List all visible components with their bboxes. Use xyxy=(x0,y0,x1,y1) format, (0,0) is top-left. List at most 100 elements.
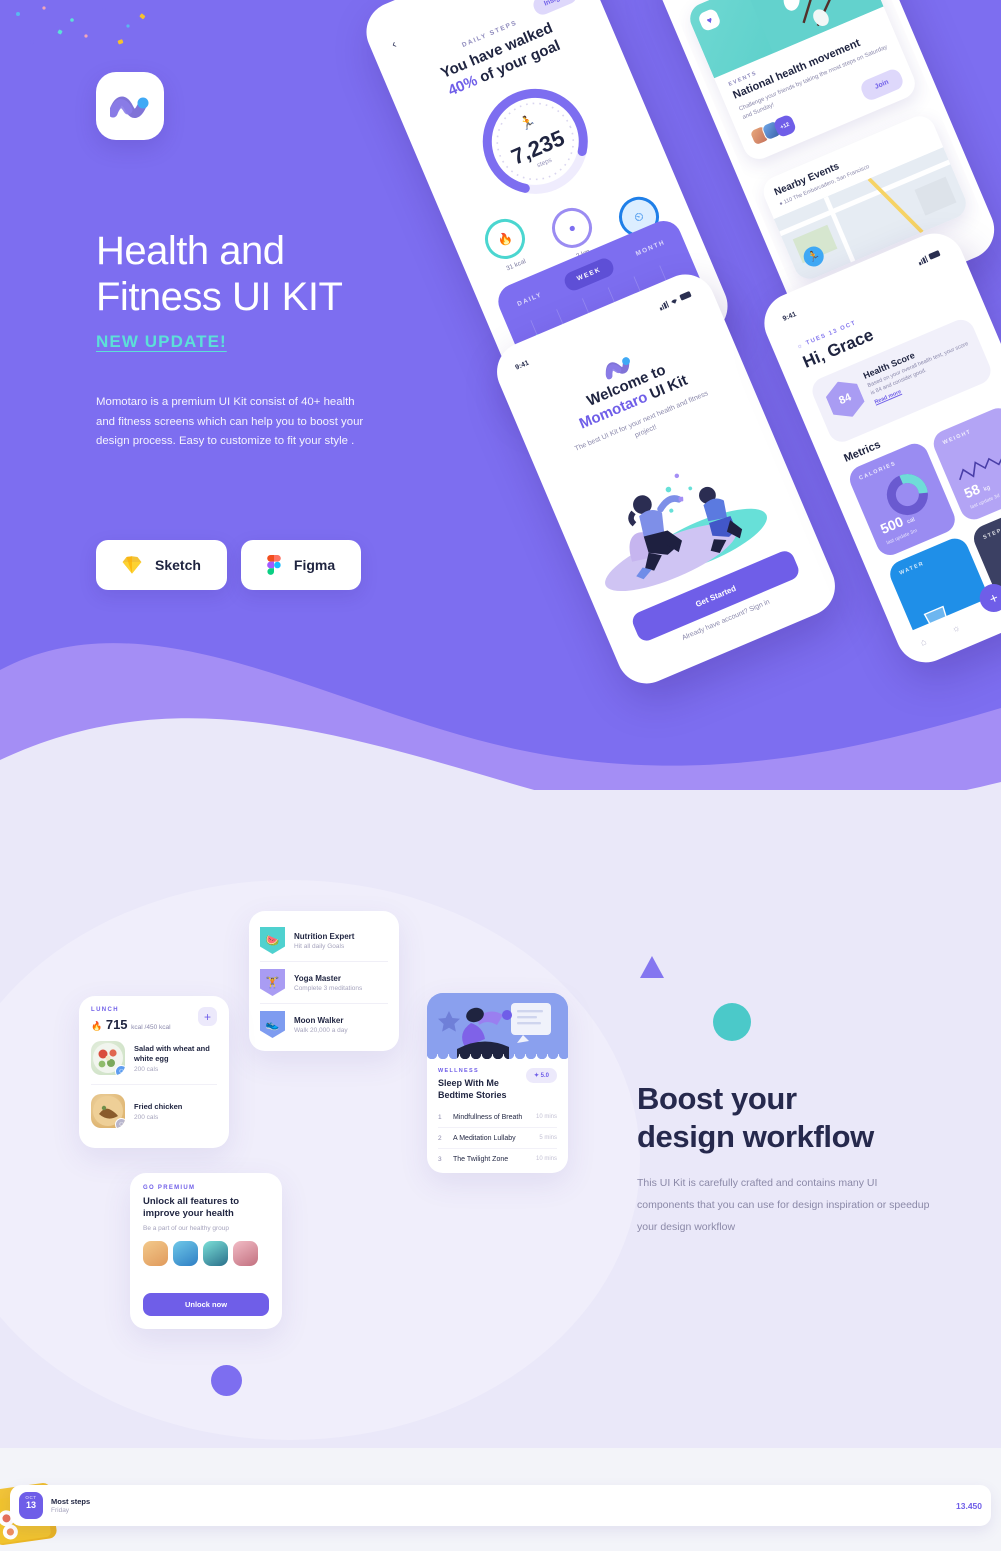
most-steps-label: Most steps xyxy=(51,1497,90,1506)
page-root: Health and Fitness UI KIT NEW UPDATE! Mo… xyxy=(0,0,1001,1536)
figma-button[interactable]: Figma xyxy=(241,540,361,590)
food-item-row[interactable]: ☺ Salad with wheat and white egg 200 cal… xyxy=(91,1032,217,1085)
attendee-avatars: +12 xyxy=(748,113,797,148)
figma-logo-icon xyxy=(267,555,281,575)
boost-section-description: This UI Kit is carefully crafted and con… xyxy=(637,1172,937,1238)
weight-unit: kg xyxy=(983,485,991,493)
hero-description: Momotaro is a premium UI Kit consist of … xyxy=(96,393,376,452)
heart-icon[interactable]: ♥ xyxy=(697,8,722,33)
add-food-button[interactable]: + xyxy=(198,1007,217,1026)
calories-unit: cal xyxy=(906,517,915,526)
wellness-eyebrow: WELLNESS xyxy=(438,1068,526,1074)
metric-label-water: WATER xyxy=(899,546,959,576)
lunch-calories: 🔥 715 kcal /450 kcal xyxy=(91,1017,171,1032)
yoga-icon: 🏋 xyxy=(260,969,285,996)
avatar xyxy=(203,1241,228,1266)
track-row[interactable]: 2 A Meditation Lullaby 5 mins xyxy=(438,1128,557,1149)
battery-icon xyxy=(679,291,691,300)
avatar xyxy=(173,1241,198,1266)
bedtime-illustration xyxy=(427,993,568,1059)
food-name: Salad with wheat and white egg xyxy=(134,1044,217,1064)
smiley-icon: ☺ xyxy=(115,1118,125,1128)
food-item-row[interactable]: ☺ Fried chicken 200 cals xyxy=(91,1085,217,1137)
achievement-subtitle: Walk 20,000 a day xyxy=(294,1027,348,1034)
food-text: Fried chicken 200 cals xyxy=(134,1102,182,1121)
hero-title-line1: Health and xyxy=(96,229,284,273)
achievement-row[interactable]: 🏋 Yoga Master Complete 3 meditations xyxy=(260,962,388,1004)
wellness-track-list: 1 Mindfullness of Breath 10 mins 2 A Med… xyxy=(438,1107,557,1169)
wellness-heading-group: WELLNESS Sleep With Me Bedtime Stories xyxy=(438,1068,526,1101)
watermelon-icon: 🍉 xyxy=(260,927,285,954)
app-logo xyxy=(96,72,164,140)
status-time: 9:41 xyxy=(782,311,798,323)
track-title: The Twilight Zone xyxy=(453,1156,527,1163)
lunch-eyebrow: LUNCH xyxy=(91,1007,171,1013)
star-icon: ✦ xyxy=(534,1073,539,1079)
track-duration: 10 mins xyxy=(536,1156,557,1162)
lunch-header: LUNCH 🔥 715 kcal /450 kcal + xyxy=(91,1007,217,1032)
date-day: 13 xyxy=(19,1500,43,1511)
track-number: 1 xyxy=(438,1114,444,1121)
achievement-title: Moon Walker xyxy=(294,1016,348,1025)
home-icon[interactable]: ⌂ xyxy=(919,636,928,647)
flame-icon: 🔥 xyxy=(91,1021,102,1031)
bell-icon[interactable]: ☼ xyxy=(950,622,962,634)
most-steps-text: Most steps Friday xyxy=(51,1497,90,1514)
premium-title: Unlock all features to improve your heal… xyxy=(143,1196,269,1220)
wellness-header: WELLNESS Sleep With Me Bedtime Stories ✦… xyxy=(438,1068,557,1101)
boost-section-title: Boost your design workflow xyxy=(637,1080,967,1156)
tab-daily[interactable]: DAILY xyxy=(516,291,543,308)
ticket-edge xyxy=(427,1054,568,1063)
achievement-title: Yoga Master xyxy=(294,974,362,983)
sun-icon: ☼ xyxy=(796,342,805,350)
track-title: A Meditation Lullaby xyxy=(453,1135,530,1142)
lunch-calories-value: 715 xyxy=(106,1017,128,1032)
join-button[interactable]: Join xyxy=(858,67,905,103)
avatar xyxy=(143,1241,168,1266)
achievement-row[interactable]: 👟 Moon Walker Walk 20,000 a day xyxy=(260,1004,388,1045)
unlock-now-button[interactable]: Unlock now xyxy=(143,1293,269,1316)
wellness-card: WELLNESS Sleep With Me Bedtime Stories ✦… xyxy=(427,993,568,1173)
achievement-text: Yoga Master Complete 3 meditations xyxy=(294,974,362,992)
track-row[interactable]: 1 Mindfullness of Breath 10 mins xyxy=(438,1107,557,1128)
food-image: ☺ xyxy=(91,1041,125,1075)
achievement-text: Moon Walker Walk 20,000 a day xyxy=(294,1016,348,1034)
health-score-text: Health Score Based on your overall healt… xyxy=(862,329,981,416)
wellness-rating-value: 5.0 xyxy=(541,1073,549,1079)
boost-title-line1: Boost your xyxy=(637,1081,797,1116)
triangle-decoration xyxy=(640,956,664,978)
signal-icon xyxy=(658,300,669,310)
status-icons xyxy=(658,290,692,310)
track-title: Mindfullness of Breath xyxy=(453,1114,527,1121)
new-update-link[interactable]: NEW UPDATE! xyxy=(96,332,227,352)
avatar xyxy=(233,1241,258,1266)
health-score-value: 84 xyxy=(822,375,868,423)
wifi-icon xyxy=(669,296,679,306)
momotaro-logo-icon xyxy=(110,92,150,120)
battery-icon xyxy=(928,250,940,259)
wellness-body: WELLNESS Sleep With Me Bedtime Stories ✦… xyxy=(427,1059,568,1173)
food-calories: 200 cals xyxy=(134,1114,182,1121)
track-duration: 5 mins xyxy=(539,1135,557,1141)
track-row[interactable]: 3 The Twilight Zone 10 mins xyxy=(438,1149,557,1169)
sneaker-icon: 👟 xyxy=(260,1011,285,1038)
hero-title-line2: Fitness UI KIT xyxy=(96,275,342,319)
most-steps-row[interactable]: OCT 13 Most steps Friday 13.450 xyxy=(10,1485,991,1526)
status-time: 9:41 xyxy=(514,359,530,371)
sketch-button-label: Sketch xyxy=(155,557,201,573)
back-icon[interactable]: ‹ xyxy=(389,37,398,51)
smiley-icon: ☺ xyxy=(115,1065,125,1075)
wave-decoration xyxy=(0,600,1001,800)
most-steps-day: Friday xyxy=(51,1507,90,1514)
status-icons xyxy=(917,250,941,265)
wellness-image xyxy=(427,993,568,1059)
track-number: 2 xyxy=(438,1135,444,1142)
achievement-text: Nutrition Expert Hit all daily Goals xyxy=(294,932,354,950)
achievement-row[interactable]: 🍉 Nutrition Expert Hit all daily Goals xyxy=(260,920,388,962)
achievement-title: Nutrition Expert xyxy=(294,932,354,941)
tab-month[interactable]: MONTH xyxy=(635,239,667,258)
achievement-subtitle: Hit all daily Goals xyxy=(294,943,354,950)
track-duration: 10 mins xyxy=(536,1114,557,1120)
boost-title-line2: design workflow xyxy=(637,1119,874,1154)
sketch-button[interactable]: Sketch xyxy=(96,540,227,590)
